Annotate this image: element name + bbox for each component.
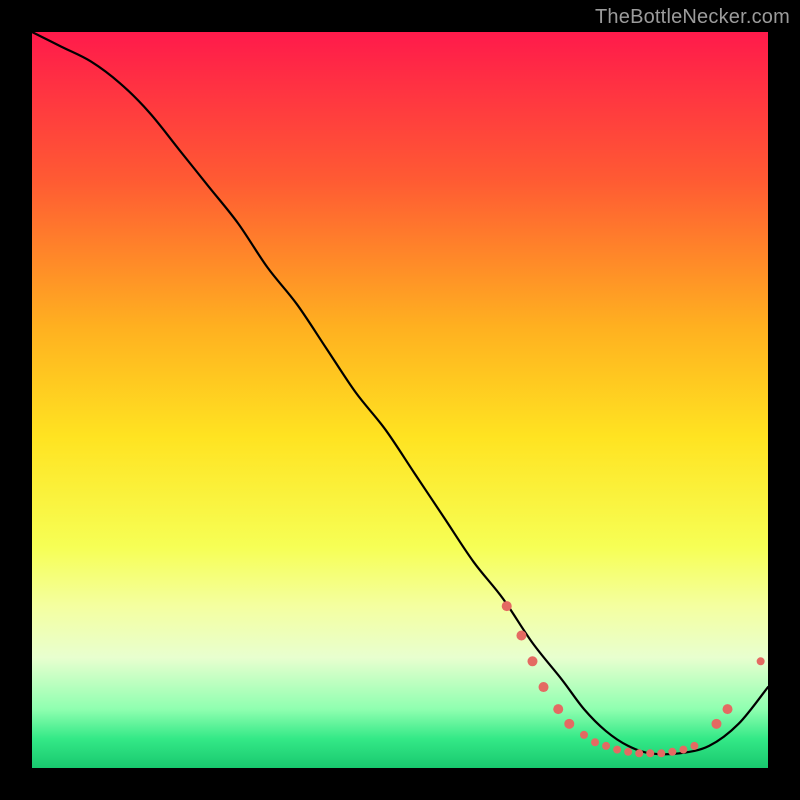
- data-marker: [502, 601, 512, 611]
- chart-container: TheBottleNecker.com: [0, 0, 800, 800]
- data-marker: [679, 746, 687, 754]
- data-marker: [668, 748, 676, 756]
- bottleneck-chart: [32, 32, 768, 768]
- data-marker: [624, 748, 632, 756]
- data-marker: [635, 749, 643, 757]
- data-marker: [602, 742, 610, 750]
- data-marker: [757, 657, 765, 665]
- data-marker: [591, 738, 599, 746]
- data-marker: [580, 731, 588, 739]
- data-marker: [690, 742, 698, 750]
- data-marker: [516, 631, 526, 641]
- gradient-background: [32, 32, 768, 768]
- data-marker: [646, 749, 654, 757]
- data-marker: [564, 719, 574, 729]
- data-marker: [613, 746, 621, 754]
- data-marker: [553, 704, 563, 714]
- data-marker: [723, 704, 733, 714]
- plot-area: [32, 32, 768, 768]
- attribution-label: TheBottleNecker.com: [595, 6, 790, 29]
- data-marker: [527, 656, 537, 666]
- data-marker: [711, 719, 721, 729]
- data-marker: [657, 749, 665, 757]
- data-marker: [539, 682, 549, 692]
